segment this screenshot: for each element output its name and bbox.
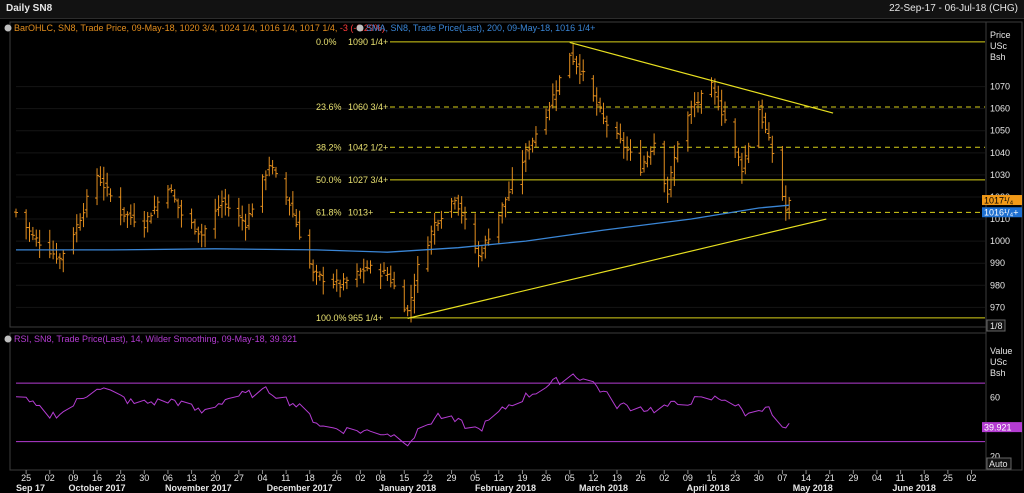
- x-tick-label: 02: [45, 473, 55, 483]
- rsi-legend: RSI, SN8, Trade Price(Last), 14, Wilder …: [4, 334, 297, 344]
- x-tick-label: 15: [399, 473, 409, 483]
- price-tick-label: 1040: [990, 148, 1010, 158]
- x-tick-label: 02: [355, 473, 365, 483]
- rsi-value-tag-label: 39.921: [984, 423, 1012, 433]
- x-tick-label: 30: [754, 473, 764, 483]
- legend-toggle-icon[interactable]: [4, 24, 12, 32]
- price-tick-label: 990: [990, 258, 1005, 268]
- svg-text:Value: Value: [990, 346, 1012, 356]
- svg-text:Bsh: Bsh: [990, 368, 1006, 378]
- x-month-label: March 2018: [579, 483, 628, 493]
- x-tick-label: 19: [612, 473, 622, 483]
- price-tick-label: 970: [990, 302, 1005, 312]
- x-tick-label: 05: [565, 473, 575, 483]
- x-tick-label: 05: [470, 473, 480, 483]
- x-tick-label: 26: [636, 473, 646, 483]
- x-tick-label: 20: [210, 473, 220, 483]
- auto-scale-label: Auto: [989, 459, 1008, 469]
- x-tick-label: 09: [68, 473, 78, 483]
- legend-toggle-icon[interactable]: [4, 335, 12, 343]
- price-tick-label: 1030: [990, 170, 1010, 180]
- x-month-label: February 2018: [475, 483, 536, 493]
- fib-price-label: 1060 3/4+: [348, 102, 388, 112]
- x-tick-label: 29: [447, 473, 457, 483]
- rsi-legend-text: RSI, SN8, Trade Price(Last), 14, Wilder …: [14, 334, 297, 344]
- price-tick-label: 1060: [990, 104, 1010, 114]
- x-tick-label: 13: [187, 473, 197, 483]
- x-tick-label: 22: [423, 473, 433, 483]
- chart-title: Daily SN8: [6, 3, 53, 14]
- x-tick-label: 07: [777, 473, 787, 483]
- x-tick-label: 02: [966, 473, 976, 483]
- x-month-label: November 2017: [165, 483, 232, 493]
- fib-price-label: 1090 1/4+: [348, 37, 388, 47]
- window-title-bar: Daily SN8 22-Sep-17 - 06-Jul-18 (CHG): [0, 0, 1024, 19]
- last-price-tag-label: 1017¹/₄: [984, 196, 1014, 206]
- fib-level-label: 38.2%: [316, 142, 342, 152]
- x-tick-label: 16: [92, 473, 102, 483]
- x-tick-label: 26: [332, 473, 342, 483]
- svg-text:USc: USc: [990, 41, 1008, 51]
- fib-level-label: 61.8%: [316, 207, 342, 217]
- x-tick-label: 26: [541, 473, 551, 483]
- legend-toggle-icon[interactable]: [356, 24, 364, 32]
- x-month-label: April 2018: [687, 483, 730, 493]
- svg-text:Bsh: Bsh: [990, 52, 1006, 62]
- price-legend: BarOHLC, SN8, Trade Price, 09-May-18, 10…: [4, 23, 595, 33]
- x-month-label: December 2017: [267, 483, 333, 493]
- x-tick-label: 06: [163, 473, 173, 483]
- sma-value-tag-label: 1016¹/₄+: [984, 208, 1018, 218]
- legend-ohlc-name: BarOHLC, SN8, Trade Price, 09-May-18, 10…: [14, 23, 385, 33]
- fib-price-label: 965 1/4+: [348, 313, 383, 323]
- x-tick-label: 29: [848, 473, 858, 483]
- x-tick-label: 02: [659, 473, 669, 483]
- svg-text:Price: Price: [990, 30, 1011, 40]
- x-tick-label: 18: [919, 473, 929, 483]
- x-tick-label: 18: [305, 473, 315, 483]
- svg-text:USc: USc: [990, 357, 1008, 367]
- date-range: 22-Sep-17 - 06-Jul-18 (CHG): [889, 3, 1018, 14]
- price-tick-label: 1000: [990, 236, 1010, 246]
- x-month-label: June 2018: [892, 483, 936, 493]
- x-tick-label: 27: [234, 473, 244, 483]
- price-tick-label: 1070: [990, 82, 1010, 92]
- x-tick-label: 09: [683, 473, 693, 483]
- x-tick-label: 11: [896, 473, 905, 483]
- x-month-label: October 2017: [69, 483, 126, 493]
- price-tick-label: 980: [990, 280, 1005, 290]
- x-tick-label: 11: [281, 473, 290, 483]
- rsi-tick-label: 60: [990, 393, 1000, 403]
- x-tick-label: 04: [872, 473, 882, 483]
- x-tick-label: 25: [943, 473, 953, 483]
- x-tick-label: 08: [376, 473, 386, 483]
- x-tick-label: 14: [801, 473, 811, 483]
- fib-price-label: 1013+: [348, 207, 373, 217]
- price-tick-label: 1050: [990, 126, 1010, 136]
- fib-level-label: 23.6%: [316, 102, 342, 112]
- fib-level-label: 0.0%: [316, 37, 337, 47]
- x-tick-label: 23: [116, 473, 126, 483]
- legend-sma: SMA, SN8, Trade Price(Last), 200, 09-May…: [366, 23, 595, 33]
- fib-price-label: 1042 1/2+: [348, 142, 388, 152]
- ratio-label: 1/8: [990, 321, 1003, 331]
- x-tick-label: 16: [707, 473, 717, 483]
- x-tick-label: 23: [730, 473, 740, 483]
- x-month-label: May 2018: [793, 483, 833, 493]
- x-tick-label: 21: [825, 473, 835, 483]
- x-month-label: Sep 17: [16, 483, 45, 493]
- x-tick-label: 12: [588, 473, 598, 483]
- fib-level-label: 100.0%: [316, 313, 347, 323]
- x-tick-label: 12: [494, 473, 504, 483]
- fib-price-label: 1027 3/4+: [348, 175, 388, 185]
- x-tick-label: 19: [517, 473, 527, 483]
- x-tick-label: 04: [257, 473, 267, 483]
- x-tick-label: 25: [21, 473, 31, 483]
- x-month-label: January 2018: [379, 483, 436, 493]
- fib-level-label: 50.0%: [316, 175, 342, 185]
- chart-canvas[interactable]: 0.0% 1090 1/4+ 23.6% 1060 3/4+ 38.2% 1042 1/2…: [0, 18, 1024, 493]
- x-tick-label: 30: [139, 473, 149, 483]
